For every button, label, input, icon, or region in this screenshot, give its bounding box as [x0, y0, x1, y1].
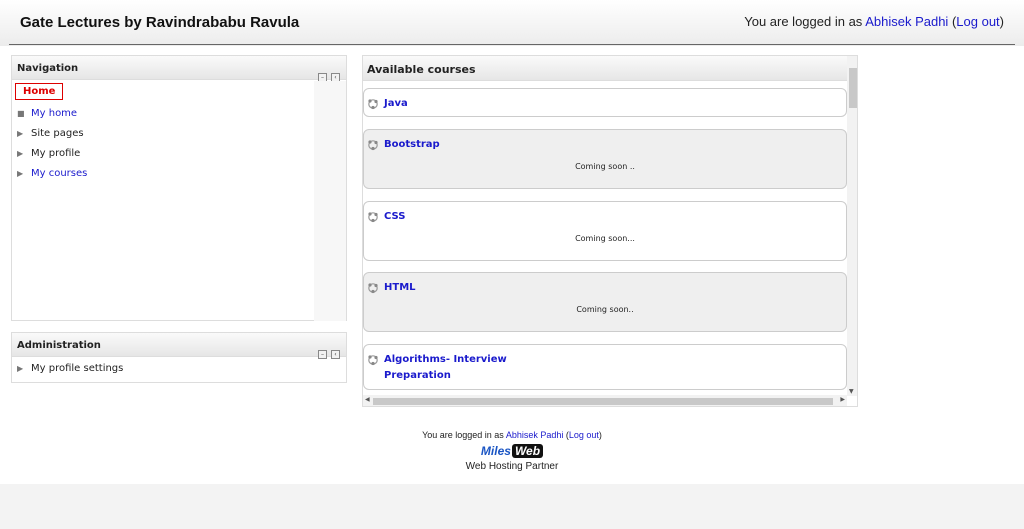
- course-card: HTML Coming soon..: [363, 272, 847, 332]
- horizontal-scrollbar[interactable]: ◀ ▶: [363, 395, 847, 406]
- logout-link[interactable]: Log out: [956, 14, 999, 29]
- nav-item-label: Site pages: [31, 128, 84, 139]
- course-card: Bootstrap Coming soon ..: [363, 129, 847, 189]
- nav-item-my-home[interactable]: ■ My home: [17, 106, 77, 122]
- vertical-scroll-thumb[interactable]: [849, 68, 857, 108]
- navigation-title: Navigation: [17, 63, 79, 74]
- collapse-icon[interactable]: –: [318, 350, 327, 359]
- expand-triangle-icon: ▶: [17, 129, 24, 138]
- nav-item-my-courses[interactable]: ▶ My courses: [17, 166, 87, 182]
- footer-logout-link[interactable]: Log out: [569, 430, 599, 440]
- scroll-right-arrow-icon[interactable]: ▶: [840, 396, 845, 403]
- footer-login-info: You are logged in as Abhisek Padhi (Log …: [0, 430, 1024, 440]
- nav-item-label: My home: [31, 108, 78, 119]
- logo-web-text: Web: [511, 444, 544, 458]
- page-footer: You are logged in as Abhisek Padhi (Log …: [0, 420, 1024, 472]
- site-title[interactable]: Gate Lectures by Ravindrababu Ravula: [20, 14, 299, 31]
- nav-home-link[interactable]: Home: [15, 83, 64, 100]
- scroll-down-arrow-icon[interactable]: ▼: [849, 388, 854, 395]
- logo-miles-text: Miles: [480, 444, 511, 458]
- page-bottom-band: [0, 484, 1024, 529]
- expand-triangle-icon: ▶: [17, 169, 24, 178]
- administration-block-header: Administration – ‹: [12, 333, 346, 360]
- paren-close: ): [999, 14, 1004, 29]
- available-courses-header: Available courses: [363, 56, 847, 81]
- course-icon: [367, 279, 379, 294]
- course-icon: [367, 136, 379, 151]
- course-name-link[interactable]: CSS: [384, 209, 405, 225]
- login-prefix: You are logged in as: [744, 14, 866, 29]
- expand-triangle-icon: ▶: [17, 149, 24, 158]
- available-courses-title: Available courses: [367, 63, 476, 76]
- available-courses-panel: Available courses Java Bootstrap Coming so…: [362, 55, 858, 407]
- page-header: Gate Lectures by Ravindrababu Ravula You…: [0, 0, 1024, 46]
- course-summary: Coming soon..: [576, 305, 634, 314]
- course-card: Java: [363, 88, 847, 117]
- nav-item-site-pages[interactable]: ▶ Site pages: [17, 126, 84, 142]
- course-summary: Coming soon ..: [575, 162, 635, 171]
- course-icon: [367, 208, 379, 223]
- navigation-block: Navigation – ‹ Home ■ My home ▶ Site pages ▶ M…: [11, 55, 347, 321]
- course-name-link[interactable]: Java: [384, 96, 408, 112]
- admin-item-label: My profile settings: [31, 363, 124, 374]
- dock-icon[interactable]: ‹: [331, 350, 340, 359]
- course-icon: [367, 351, 379, 366]
- footer-partner-text: Web Hosting Partner: [465, 461, 559, 472]
- administration-block: Administration – ‹ ▶ My profile settings: [11, 332, 347, 383]
- nav-item-label: My courses: [31, 168, 88, 179]
- expand-triangle-icon: ▶: [17, 364, 24, 373]
- nav-item-my-profile[interactable]: ▶ My profile: [17, 146, 80, 162]
- paren-close: ): [598, 430, 602, 440]
- vertical-scrollbar[interactable]: ▼: [847, 56, 857, 396]
- course-name-link[interactable]: HTML: [384, 280, 416, 296]
- administration-title: Administration: [17, 340, 101, 351]
- horizontal-scroll-thumb[interactable]: [373, 398, 833, 405]
- navigation-block-header: Navigation – ‹: [12, 56, 346, 82]
- footer-login-prefix: You are logged in as: [422, 430, 506, 440]
- course-icon: [367, 95, 379, 110]
- nav-item-label: My profile: [31, 148, 81, 159]
- login-info: You are logged in as Abhisek Padhi (Log …: [744, 14, 1004, 29]
- administration-controls: – ‹: [314, 341, 340, 360]
- user-profile-link[interactable]: Abhisek Padhi: [865, 14, 948, 29]
- course-name-link[interactable]: Bootstrap: [384, 137, 440, 153]
- course-card: CSS Coming soon...: [363, 201, 847, 261]
- header-divider: [9, 44, 1015, 45]
- bullet-square-icon: ■: [17, 109, 25, 118]
- footer-user-profile-link[interactable]: Abhisek Padhi: [506, 430, 564, 440]
- course-name-link[interactable]: Algorithms- Interview Preparation: [384, 352, 514, 384]
- scroll-left-arrow-icon[interactable]: ◀: [365, 396, 370, 403]
- milesweb-logo[interactable]: Miles Web: [480, 444, 544, 458]
- course-summary: Coming soon...: [575, 234, 635, 243]
- course-card: Algorithms- Interview Preparation: [363, 344, 847, 390]
- admin-item-my-profile-settings[interactable]: ▶ My profile settings: [17, 361, 123, 377]
- navigation-side-strip: [314, 81, 346, 321]
